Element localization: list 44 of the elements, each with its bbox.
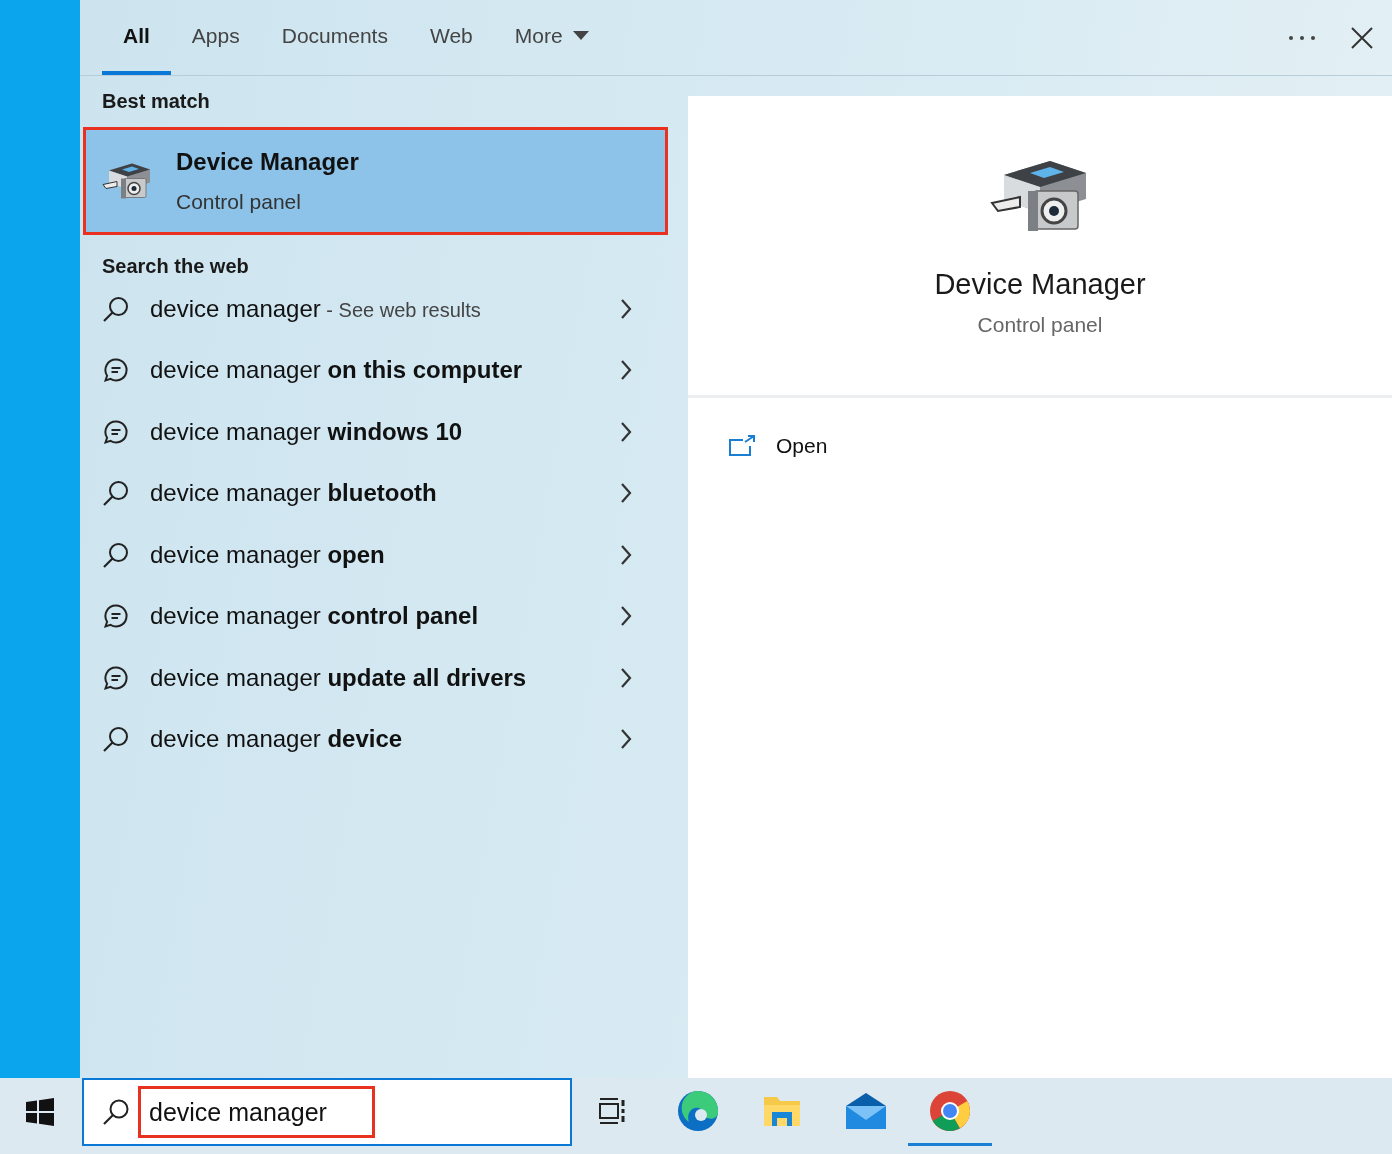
- search-icon: [102, 1098, 130, 1126]
- web-search-suggestion[interactable]: device manager control panel: [83, 585, 668, 647]
- section-heading: Search the web: [101, 255, 250, 278]
- section-heading: Best match: [101, 90, 211, 113]
- tab[interactable]: Documents: [260, 0, 409, 75]
- web-search-suggestion[interactable]: device manager - See web results: [83, 278, 668, 340]
- chevron-right-icon: [620, 605, 632, 628]
- open-window-icon: [728, 435, 756, 457]
- windows-logo-icon: [26, 1098, 54, 1126]
- tab[interactable]: Web: [408, 0, 494, 75]
- preview-subtitle: Control panel: [977, 313, 1103, 337]
- search-icon: [102, 479, 130, 508]
- more-options-icon: [1288, 34, 1316, 41]
- chevron-right-icon: [620, 297, 632, 320]
- best-match-result[interactable]: Device Manager Control panel: [83, 127, 668, 235]
- browser-icon: [677, 1089, 719, 1132]
- open-action[interactable]: Open: [728, 434, 828, 458]
- preview-title: Device Manager: [934, 268, 1146, 301]
- chevron-right-icon: [620, 359, 632, 382]
- search-input[interactable]: device manager: [138, 1086, 375, 1138]
- result-title: Device Manager: [176, 148, 359, 176]
- tab[interactable]: Apps: [170, 0, 261, 75]
- chat-bubble-icon: [102, 602, 130, 631]
- web-search-suggestion[interactable]: device manager device: [83, 708, 668, 770]
- close-icon: [1350, 25, 1374, 50]
- tab[interactable]: All: [102, 0, 171, 75]
- tab[interactable]: More: [493, 0, 610, 75]
- search-icon: [102, 540, 130, 569]
- chrome-logo-icon: [929, 1089, 971, 1132]
- web-search-suggestion[interactable]: device manager windows 10: [83, 401, 668, 463]
- chat-bubble-icon: [102, 356, 130, 385]
- chevron-right-icon: [620, 666, 632, 689]
- search-icon: [102, 294, 130, 323]
- search-icon: [102, 725, 130, 754]
- web-search-suggestion[interactable]: device manager update all drivers: [83, 647, 668, 709]
- web-search-suggestion[interactable]: device manager open: [83, 524, 668, 586]
- web-search-suggestion[interactable]: device manager bluetooth: [83, 462, 668, 524]
- chevron-right-icon: [620, 543, 632, 566]
- chevron-right-icon: [620, 420, 632, 443]
- chevron-right-icon: [620, 482, 632, 505]
- mail-icon: [844, 1091, 888, 1130]
- web-search-suggestion[interactable]: device manager on this computer: [83, 339, 668, 401]
- chevron-right-icon: [620, 728, 632, 751]
- result-subtitle: Control panel: [176, 190, 302, 214]
